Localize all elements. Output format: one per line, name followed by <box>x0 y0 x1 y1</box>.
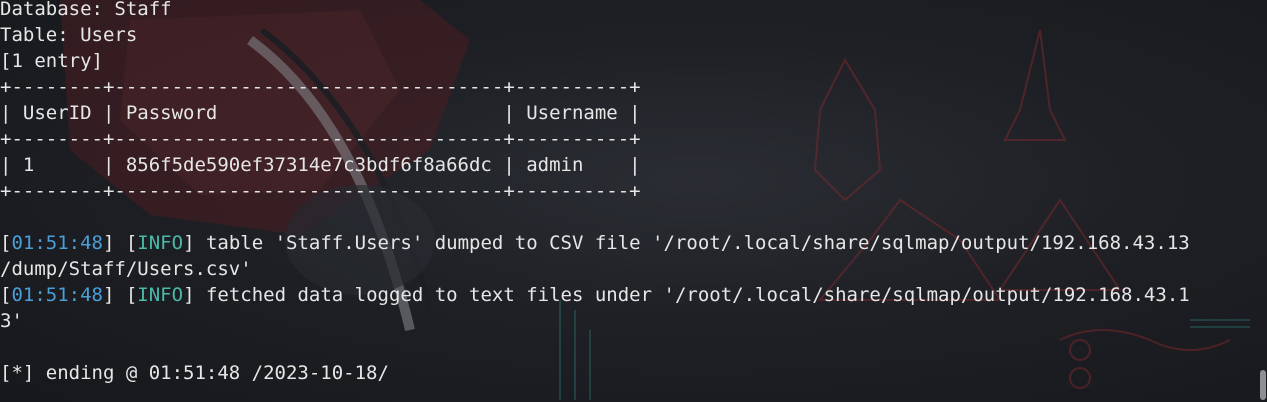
log-timestamp: 01:51:48 <box>11 232 103 254</box>
output-text: Database: Staff <box>0 0 172 20</box>
terminal-line: | UserID | Password | Username | <box>0 104 1190 130</box>
log-level: INFO <box>137 284 184 306</box>
output-text: ] [ <box>102 284 138 306</box>
output-text: /dump/Staff/Users.csv' <box>0 258 252 280</box>
terminal-line: Database: Staff <box>0 0 1190 26</box>
terminal-window[interactable]: Database: Staff Table: Users [1 entry] +---… <box>0 0 1267 402</box>
terminal-line: [01:51:48] [INFO] fetched data logged to… <box>0 286 1190 312</box>
terminal-line: /dump/Staff/Users.csv' <box>0 260 1190 286</box>
output-text: [ <box>0 232 12 254</box>
log-level: INFO <box>137 232 184 254</box>
output-text: +--------+------------------------------… <box>0 180 641 202</box>
terminal-line: [01:51:48] [INFO] table 'Staff.Users' du… <box>0 234 1190 260</box>
output-text: 3' <box>0 310 23 332</box>
output-text: +--------+------------------------------… <box>0 128 641 150</box>
terminal-line: [1 entry] <box>0 52 1190 78</box>
terminal-line: +--------+------------------------------… <box>0 78 1190 104</box>
output-text: ] fetched data logged to text files unde… <box>183 284 1190 306</box>
terminal-line: +--------+------------------------------… <box>0 182 1190 208</box>
terminal-line: +--------+------------------------------… <box>0 130 1190 156</box>
terminal-line: | 1 | 856f5de590ef37314e7c3bdf6f8a66dc |… <box>0 156 1190 182</box>
output-text: [*] ending @ 01:51:48 /2023-10-18/ <box>0 362 389 384</box>
output-text: ] table 'Staff.Users' dumped to CSV file… <box>183 232 1190 254</box>
output-text: +--------+------------------------------… <box>0 76 641 98</box>
output-text: | UserID | Password | Username | <box>0 102 641 124</box>
terminal-line: Table: Users <box>0 26 1190 52</box>
output-text: [ <box>0 284 12 306</box>
output-text: Table: Users <box>0 24 138 46</box>
output-text: | 1 | 856f5de590ef37314e7c3bdf6f8a66dc |… <box>0 154 641 176</box>
scrollbar-thumb[interactable] <box>1260 370 1266 400</box>
terminal-output: Database: Staff Table: Users [1 entry] +---… <box>0 0 1190 390</box>
output-text: [1 entry] <box>0 50 103 72</box>
terminal-line: [*] ending @ 01:51:48 /2023-10-18/ <box>0 364 1190 390</box>
log-timestamp: 01:51:48 <box>11 284 103 306</box>
terminal-line: 3' <box>0 312 1190 338</box>
output-text: ] [ <box>102 232 138 254</box>
